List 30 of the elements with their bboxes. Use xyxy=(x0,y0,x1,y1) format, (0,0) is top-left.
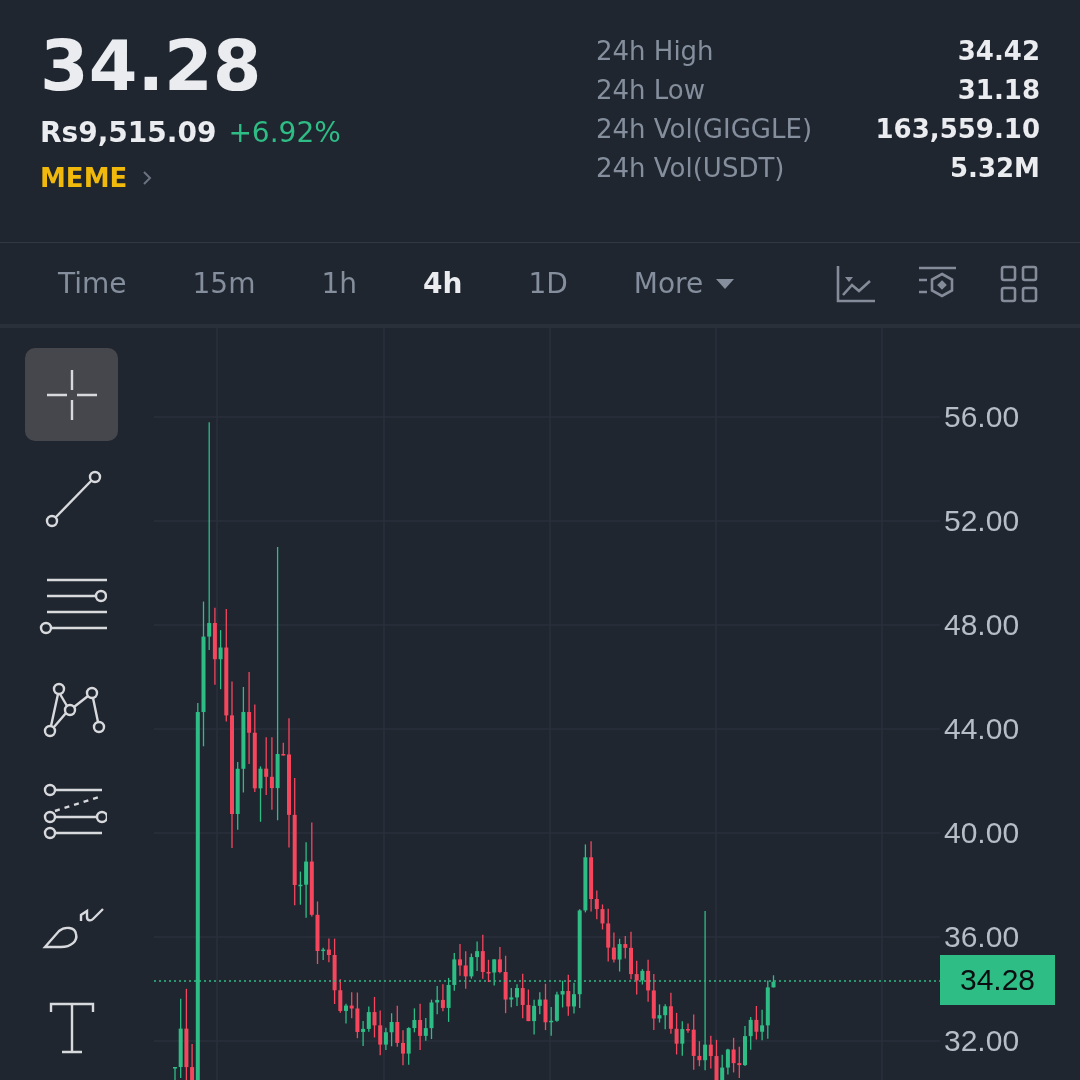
chevron-right-icon xyxy=(141,169,154,187)
price-axis-label: 52.00 xyxy=(944,503,1020,539)
more-dropdown[interactable]: More xyxy=(617,259,752,308)
category-link[interactable]: MEME xyxy=(40,163,154,193)
stat-label: 24h High xyxy=(596,36,715,66)
interval-tab[interactable]: Time xyxy=(42,259,143,308)
stat-value: 5.32M xyxy=(948,153,1040,183)
price-axis-label: 32.00 xyxy=(944,1023,1020,1059)
last-price: 34.28 xyxy=(40,24,263,108)
price-axis-label: 40.00 xyxy=(944,815,1020,851)
fiat-price: Rs9,515.09 xyxy=(40,116,217,149)
stat-label: 24h Vol(USDT) xyxy=(596,153,786,183)
stat-value: 31.18 xyxy=(956,75,1040,105)
stat-value: 163,559.10 xyxy=(874,114,1040,144)
interval-tab[interactable]: 15m xyxy=(176,259,272,308)
indicator-chart-icon[interactable] xyxy=(836,264,876,303)
price-change: +6.92% xyxy=(228,116,341,149)
interval-tab[interactable]: 1h xyxy=(305,259,373,308)
grid-layout-icon[interactable] xyxy=(1000,264,1038,303)
price-axis-label: 36.00 xyxy=(944,919,1020,955)
price-axis-label: 44.00 xyxy=(944,711,1020,747)
interval-tab[interactable]: 1D xyxy=(512,259,584,308)
stat-label: 24h Vol(GIGGLE) xyxy=(596,114,814,144)
caret-down-icon xyxy=(715,277,736,290)
last-price-tag: 34.28 xyxy=(940,955,1055,1005)
stat-value: 34.42 xyxy=(956,36,1040,66)
price-axis-label: 48.00 xyxy=(944,607,1020,643)
price-axis-label: 56.00 xyxy=(944,399,1020,435)
stat-label: 24h Low xyxy=(596,75,707,105)
interval-tab[interactable]: 4h xyxy=(407,259,479,308)
